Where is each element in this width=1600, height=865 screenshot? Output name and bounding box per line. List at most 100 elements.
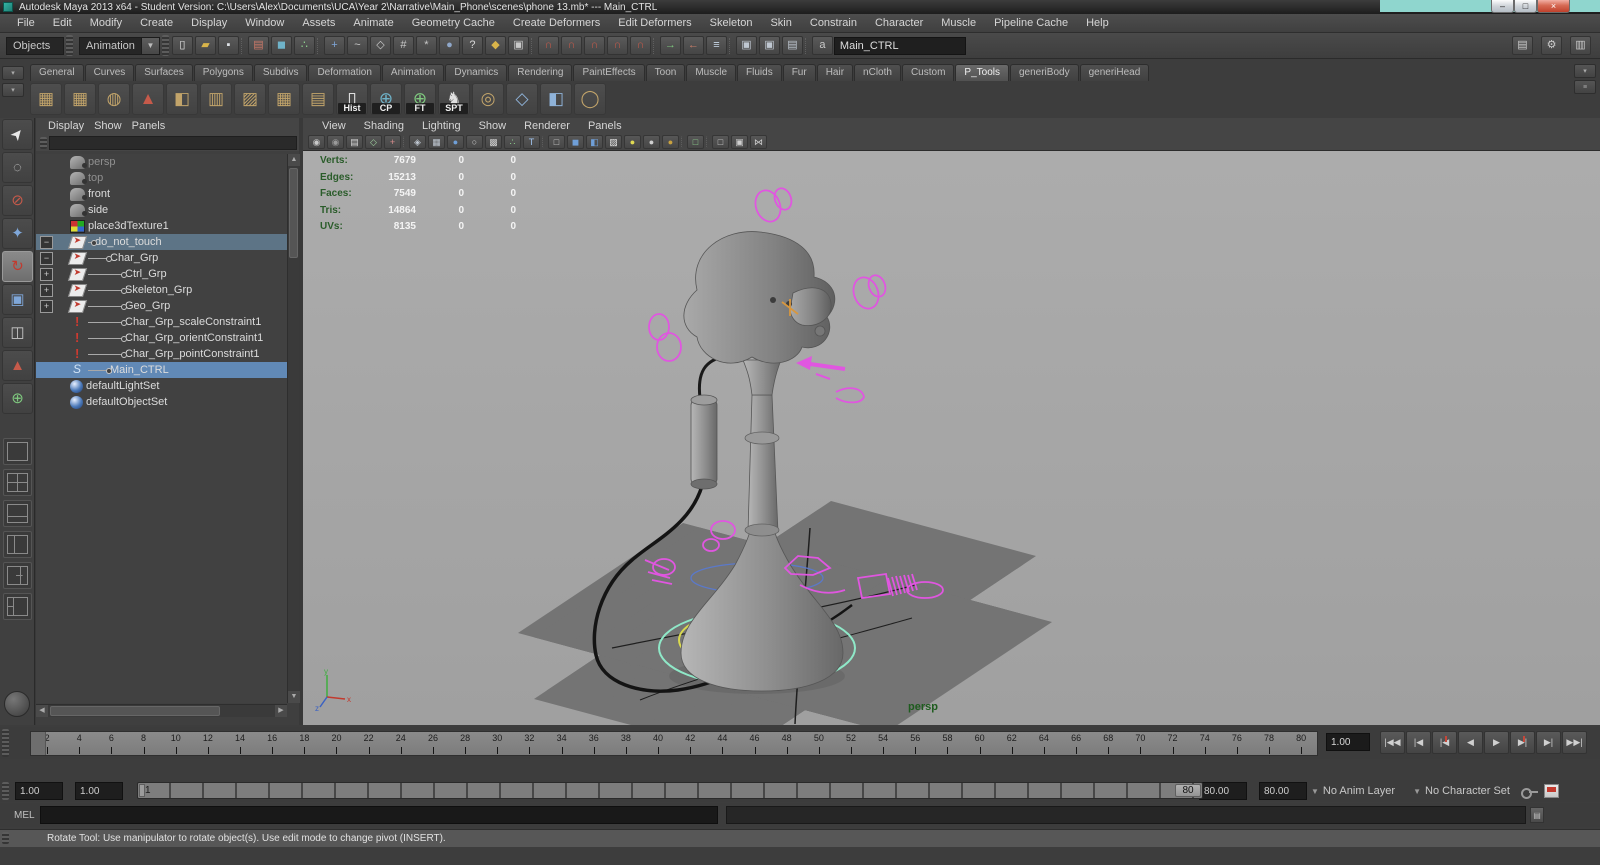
close-button[interactable]: × [1537,0,1570,13]
wireframe-mode-icon[interactable]: □ [548,135,565,149]
select-component-mode-icon[interactable]: ∴ [293,36,315,55]
menu-item[interactable]: Character [866,15,932,31]
scrollbar-thumb[interactable] [50,706,220,716]
chevron-down-icon[interactable]: ▼ [140,37,159,54]
time-tick[interactable]: 44 [706,732,738,755]
scroll-down-arrow[interactable]: ▼ [288,691,300,703]
layout-three-pane-left-button[interactable] [3,593,32,620]
time-tick[interactable]: 80 [1285,732,1317,755]
shelf-tab[interactable]: Fluids [737,64,782,81]
outliner-menu-item[interactable]: Show [94,119,132,133]
menu-item[interactable]: Skin [761,15,800,31]
layout-persp-outliner-button[interactable] [3,500,32,527]
grip-handle[interactable] [66,35,73,56]
play-forwards-button[interactable]: ▶ [1484,731,1509,754]
shelf-tab[interactable]: Hair [816,64,854,81]
animation-start-input[interactable] [15,782,63,800]
poly-extrude-tool[interactable]: ▦ [30,83,62,115]
time-tick[interactable]: 68 [1092,732,1124,755]
mask-deformations-icon[interactable]: # [392,36,414,55]
mask-misc-icon[interactable]: ? [461,36,483,55]
outliner-search-input[interactable] [49,135,297,150]
time-tick[interactable]: 66 [1060,732,1092,755]
time-tick[interactable]: 72 [1156,732,1188,755]
soft-modification-tool[interactable]: ▲ [2,350,33,381]
poly-lattice-trash-tool[interactable]: ▦ [268,83,300,115]
time-tick[interactable]: 64 [1028,732,1060,755]
shelf-tab[interactable]: Deformation [308,64,381,81]
menu-item[interactable]: Constrain [801,15,866,31]
step-forward-key-button[interactable]: ▶| [1510,731,1535,754]
viewport-menu-item[interactable]: View [313,118,355,134]
time-tick[interactable]: 32 [513,732,545,755]
menu-item[interactable]: File [8,15,44,31]
camera-attributes-icon[interactable]: ◉ [327,135,344,149]
layout-single-pane-button[interactable] [3,438,32,465]
layout-three-pane-right-button[interactable] [3,562,32,589]
textured-mode-icon[interactable]: ◧ [586,135,603,149]
objects-filter-dropdown[interactable]: Objects [6,36,64,55]
outliner-item-main-ctrl[interactable]: Main_CTRL [36,362,287,378]
time-tick[interactable]: 58 [931,732,963,755]
time-tick[interactable]: 46 [738,732,770,755]
shelf-arrow-button[interactable]: ▾ [2,66,24,80]
poly-cube-tool[interactable]: ◧ [166,83,198,115]
menu-item[interactable]: Create Deformers [504,15,609,31]
scroll-left-arrow[interactable]: ◀ [36,705,48,717]
texture-display-icon[interactable]: T [523,135,540,149]
select-camera-icon[interactable]: ◉ [308,135,325,149]
poly-spike-tool[interactable]: ▲ [132,83,164,115]
outliner-item-ctrl-grp[interactable]: Ctrl_Grp [36,266,287,282]
outliner-item-char-grp[interactable]: Char_Grp [36,250,287,266]
shelf-menu-button[interactable]: ≡ [1574,80,1596,94]
outliner-item-char-grp-pointconstraint1[interactable]: Char_Grp_pointConstraint1 [36,346,287,362]
menu-item[interactable]: Display [182,15,236,31]
time-tick[interactable]: 28 [449,732,481,755]
center-pivot-tool[interactable]: ⊕ CP [370,83,402,115]
outliner-horizontal-scrollbar[interactable]: ◀ ▶ [36,704,287,717]
tool-settings-toggle[interactable]: ⚙ [1541,36,1562,55]
go-to-start-button[interactable]: |◀◀ [1380,731,1405,754]
history-tool[interactable]: ▯ Hist [336,83,368,115]
menu-item[interactable]: Pipeline Cache [985,15,1077,31]
grip-handle[interactable] [161,35,169,56]
menu-item[interactable]: Skeleton [701,15,762,31]
character-set-dropdown[interactable]: ▼ No Character Set [1409,782,1510,800]
menu-item[interactable]: Animate [344,15,402,31]
set-key-icon[interactable] [1520,784,1538,799]
layout-two-pane-button[interactable] [3,531,32,558]
shelf-tab[interactable]: Dynamics [445,64,508,81]
outliner-item-do-not-touch[interactable]: do_not_touch [36,234,287,250]
range-end-handle[interactable]: 80 [1175,784,1201,797]
grip-handle[interactable] [2,832,9,844]
highlight-selection-icon[interactable]: ▣ [507,36,529,55]
outliner-item-geo-grp[interactable]: Geo_Grp [36,298,287,314]
isolate-select-icon[interactable]: □ [687,135,704,149]
time-tick[interactable]: 62 [996,732,1028,755]
grease-pencil-icon[interactable]: ◈ [409,135,426,149]
time-tick[interactable]: 12 [192,732,224,755]
shelf-tab[interactable]: nCloth [854,64,901,81]
mirror-tool[interactable]: ◧ [540,83,572,115]
input-connections-icon[interactable]: → [659,36,681,55]
outliner-item-defaultobjectset[interactable]: defaultObjectSet [36,394,287,410]
time-ruler[interactable]: 2 4 6 8 10 12 14 16 18 20 22 24 26 28 30 32 34 36 38 40 42 44… [30,731,1318,756]
flat-light-icon[interactable]: ● [643,135,660,149]
shelf-tab[interactable]: Curves [84,64,135,81]
time-tick[interactable]: 4 [63,732,95,755]
ambient-light-icon[interactable]: ● [624,135,641,149]
time-tick[interactable]: 14 [224,732,256,755]
current-time-input[interactable] [1326,733,1370,751]
scroll-right-arrow[interactable]: ▶ [275,705,287,717]
time-tick[interactable]: 34 [546,732,578,755]
time-tick[interactable]: 8 [127,732,159,755]
select-object-mode-icon[interactable]: ◼ [270,36,292,55]
menu-item[interactable]: Help [1077,15,1118,31]
single-pane-icon[interactable]: □ [712,135,729,149]
command-language-label[interactable]: MEL [0,810,40,821]
shelf-tab[interactable]: Toon [645,64,686,81]
mask-surfaces-icon[interactable]: ◇ [369,36,391,55]
time-tick[interactable]: 24 [385,732,417,755]
menu-item[interactable]: Window [236,15,293,31]
outliner-item-side[interactable]: side [36,202,287,218]
